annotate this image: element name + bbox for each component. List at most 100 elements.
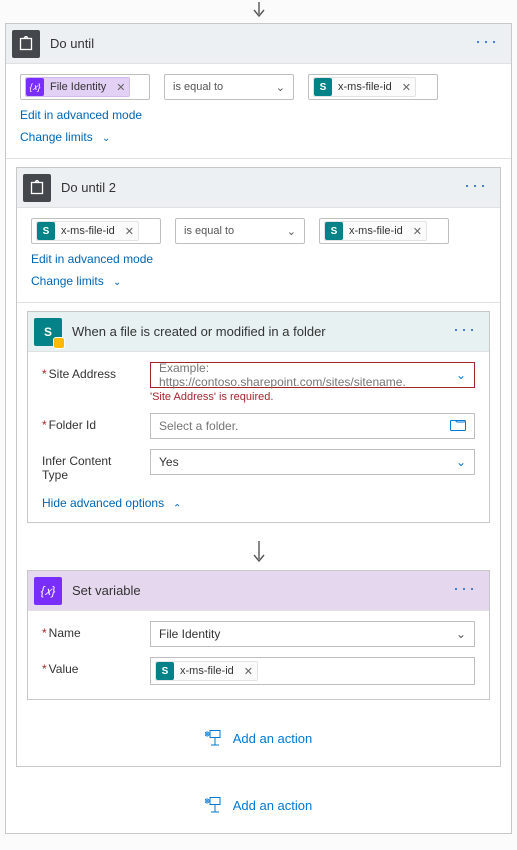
token-ms-file-id[interactable]: S x-ms-file-id ✕ [36, 221, 139, 241]
card-menu-button[interactable]: ··· [464, 185, 488, 191]
card-title: Do until [50, 36, 465, 51]
add-step-icon [205, 730, 225, 746]
variable-icon: {𝑥} [26, 78, 44, 96]
form: *Site Address Example: https://contoso.s… [28, 352, 489, 496]
field-label: *Site Address [42, 362, 140, 381]
field-label: *Folder Id [42, 413, 140, 432]
site-address-dropdown[interactable]: Example: https://contoso.sharepoint.com/… [150, 362, 475, 388]
chevron-down-icon: ⌄ [456, 627, 466, 641]
card-title: Do until 2 [61, 180, 454, 195]
chevron-down-icon: ⌄ [456, 455, 466, 469]
card-header[interactable]: Do until 2 ··· [17, 168, 500, 208]
operator-label: is equal to [184, 225, 234, 237]
field-name: *Name File Identity ⌄ [42, 621, 475, 647]
token-label: x-ms-file-id [349, 225, 403, 237]
condition-right[interactable]: S x-ms-file-id ✕ [319, 218, 449, 244]
condition-row: {𝑥} File Identity ✕ is equal to ⌄ S x-ms… [6, 64, 511, 104]
set-variable-card: {𝑥} Set variable ··· *Name File Identity… [27, 570, 490, 700]
card-menu-button[interactable]: ··· [475, 41, 499, 47]
error-message: 'Site Address' is required. [150, 391, 475, 403]
field-folder-id: *Folder Id Select a folder. [42, 413, 475, 439]
add-step-icon [205, 797, 225, 813]
field-label: *Value [42, 657, 140, 676]
sharepoint-icon: S [314, 78, 332, 96]
condition-left[interactable]: {𝑥} File Identity ✕ [20, 74, 150, 100]
token-remove[interactable]: ✕ [413, 225, 422, 238]
hide-advanced-row: Hide advanced options ⌄ [28, 496, 489, 522]
variable-name-dropdown[interactable]: File Identity ⌄ [150, 621, 475, 647]
dropdown-value: Yes [159, 455, 179, 469]
form: *Name File Identity ⌄ *Value [28, 611, 489, 699]
card-header[interactable]: {𝑥} Set variable ··· [28, 571, 489, 611]
condition-row: S x-ms-file-id ✕ is equal to ⌄ S x-ms-fi… [17, 208, 500, 248]
token-remove[interactable]: ✕ [125, 225, 134, 238]
card-body: {𝑥} File Identity ✕ is equal to ⌄ S x-ms… [6, 64, 511, 833]
token-label: x-ms-file-id [61, 225, 115, 237]
divider [17, 302, 500, 303]
sharepoint-icon: S [325, 222, 343, 240]
card-header[interactable]: S When a file is created or modified in … [28, 312, 489, 352]
sharepoint-icon: S [37, 222, 55, 240]
change-limits-link[interactable]: Change limits [31, 274, 104, 288]
add-action-button[interactable]: Add an action [17, 716, 500, 762]
add-action-label: Add an action [233, 731, 313, 746]
svg-text:{𝑥}: {𝑥} [41, 584, 56, 598]
lightning-badge-icon [54, 338, 64, 348]
token-remove[interactable]: ✕ [244, 665, 253, 678]
field-value: *Value S x-ms-file-id ✕ [42, 657, 475, 685]
do-until-2-card: Do until 2 ··· S x-ms-file-id ✕ is equal… [16, 167, 501, 767]
flow-arrow [17, 539, 500, 570]
field-infer-content-type: Infer Content Type Yes ⌄ [42, 449, 475, 482]
placeholder-text: Select a folder. [159, 419, 238, 433]
operator-dropdown[interactable]: is equal to ⌄ [164, 74, 294, 100]
sharepoint-icon: S [34, 318, 62, 346]
field-label: Infer Content Type [42, 449, 140, 482]
change-limits-link[interactable]: Change limits [20, 130, 93, 144]
folder-id-picker[interactable]: Select a folder. [150, 413, 475, 439]
edit-advanced-mode-link[interactable]: Edit in advanced mode [31, 252, 153, 266]
do-until-card: Do until ··· {𝑥} File Identity ✕ is equa… [5, 23, 512, 834]
chevron-down-icon: ⌄ [102, 133, 110, 144]
field-site-address: *Site Address Example: https://contoso.s… [42, 362, 475, 403]
card-menu-button[interactable]: ··· [453, 329, 477, 335]
chevron-up-icon: ⌄ [173, 501, 181, 512]
advanced-mode-link-row: Edit in advanced mode [17, 248, 500, 270]
card-header[interactable]: Do until ··· [6, 24, 511, 64]
add-action-button[interactable]: Add an action [6, 783, 511, 829]
condition-left[interactable]: S x-ms-file-id ✕ [31, 218, 161, 244]
token-ms-file-id[interactable]: S x-ms-file-id ✕ [324, 221, 427, 241]
token-ms-file-id[interactable]: S x-ms-file-id ✕ [313, 77, 416, 97]
folder-picker-icon[interactable] [450, 419, 466, 434]
chevron-down-icon: ⌄ [456, 368, 466, 382]
token-ms-file-id[interactable]: S x-ms-file-id ✕ [155, 661, 258, 681]
token-file-identity[interactable]: {𝑥} File Identity ✕ [25, 77, 130, 97]
operator-dropdown[interactable]: is equal to ⌄ [175, 218, 305, 244]
divider [6, 158, 511, 159]
sharepoint-trigger-card: S When a file is created or modified in … [27, 311, 490, 523]
variable-icon: {𝑥} [34, 577, 62, 605]
chevron-down-icon: ⌄ [113, 277, 121, 288]
loop-icon [12, 30, 40, 58]
add-action-label: Add an action [233, 798, 313, 813]
token-label: x-ms-file-id [180, 665, 234, 677]
token-label: x-ms-file-id [338, 81, 392, 93]
hide-advanced-options-link[interactable]: Hide advanced options [42, 496, 164, 510]
token-remove[interactable]: ✕ [402, 81, 411, 94]
sharepoint-icon: S [156, 662, 174, 680]
advanced-mode-link-row: Edit in advanced mode [6, 104, 511, 126]
dropdown-value: File Identity [159, 627, 220, 641]
condition-right[interactable]: S x-ms-file-id ✕ [308, 74, 438, 100]
card-title: Set variable [72, 583, 443, 598]
token-label: File Identity [50, 81, 106, 93]
token-remove[interactable]: ✕ [116, 81, 125, 94]
variable-value-input[interactable]: S x-ms-file-id ✕ [150, 657, 475, 685]
chevron-down-icon: ⌄ [287, 225, 296, 238]
infer-content-type-dropdown[interactable]: Yes ⌄ [150, 449, 475, 475]
change-limits-link-row: Change limits ⌄ [6, 126, 511, 152]
edit-advanced-mode-link[interactable]: Edit in advanced mode [20, 108, 142, 122]
svg-text:{𝑥}: {𝑥} [29, 82, 40, 92]
change-limits-link-row: Change limits ⌄ [17, 270, 500, 296]
loop-icon [23, 174, 51, 202]
card-title: When a file is created or modified in a … [72, 324, 443, 339]
card-menu-button[interactable]: ··· [453, 588, 477, 594]
